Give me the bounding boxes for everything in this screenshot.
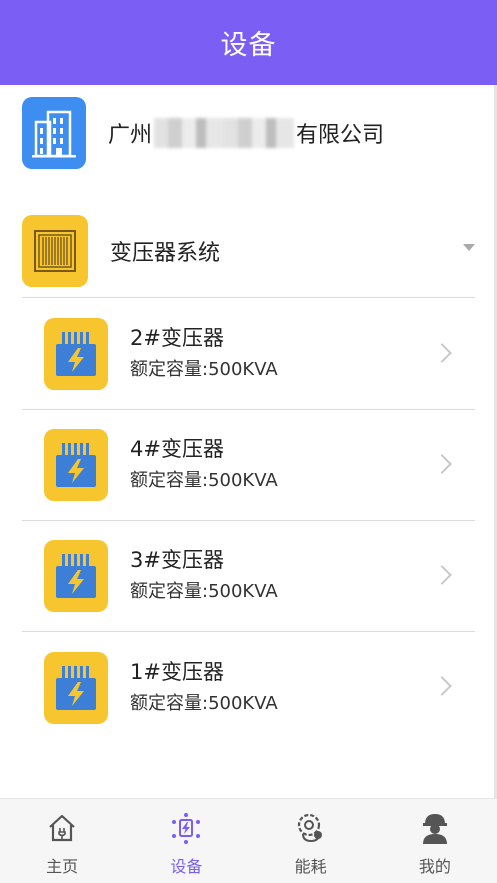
device-capacity: 额定容量:500KVA [130, 359, 278, 380]
device-list: 2#变压器 额定容量:500KVA 4#变压器 额定容量:500KVA 3#变压… [22, 299, 475, 743]
energy-icon [294, 811, 328, 845]
transformer-icon [44, 651, 108, 724]
device-capacity: 额定容量:500KVA [130, 581, 278, 602]
tab-mine[interactable]: 我的 [373, 799, 497, 883]
app-header: 设备 [0, 0, 497, 85]
system-dropdown[interactable]: 变压器系统 [22, 214, 475, 298]
tab-device[interactable]: 设备 [124, 799, 248, 883]
chevron-right-icon [432, 454, 452, 474]
company-row[interactable]: 广州 有限公司 [0, 85, 497, 180]
transformer-icon [44, 318, 108, 390]
system-label: 变压器系统 [110, 240, 221, 266]
list-item[interactable]: 3#变压器 额定容量:500KVA [22, 521, 475, 632]
home-icon [45, 811, 79, 845]
device-capacity: 额定容量:500KVA [130, 692, 278, 714]
tab-home[interactable]: 主页 [0, 799, 124, 883]
tab-energy[interactable]: 能耗 [249, 799, 373, 883]
company-name: 广州 有限公司 [108, 117, 384, 149]
chevron-right-icon [432, 343, 452, 363]
building-icon [22, 96, 86, 169]
tab-label: 能耗 [294, 857, 327, 876]
device-name: 4#变压器 [130, 437, 224, 461]
redacted-text [154, 117, 295, 148]
device-name: 2#变压器 [130, 326, 224, 350]
company-name-suffix: 有限公司 [296, 122, 385, 148]
transformer-icon [44, 429, 108, 501]
bottom-tab-bar: 主页 设备 能耗 我的 [0, 798, 497, 883]
list-item[interactable]: 1#变压器 额定容量:500KVA [22, 632, 475, 743]
transformer-icon [44, 540, 108, 612]
device-icon [169, 811, 203, 845]
tab-label: 我的 [418, 857, 451, 876]
company-name-prefix: 广州 [108, 122, 153, 148]
chevron-right-icon [432, 565, 452, 585]
list-item[interactable]: 2#变压器 额定容量:500KVA [22, 299, 475, 410]
chevron-right-icon [432, 676, 452, 696]
tab-label: 主页 [46, 857, 79, 876]
tab-label: 设备 [170, 857, 203, 876]
worker-icon [418, 811, 452, 845]
caret-down-icon[interactable] [463, 244, 475, 251]
device-name: 1#变压器 [130, 659, 224, 684]
device-name: 3#变压器 [130, 548, 224, 572]
device-capacity: 额定容量:500KVA [130, 470, 278, 491]
list-item[interactable]: 4#变压器 额定容量:500KVA [22, 410, 475, 521]
page-title: 设备 [220, 30, 277, 61]
transformer-core-icon [22, 214, 88, 287]
